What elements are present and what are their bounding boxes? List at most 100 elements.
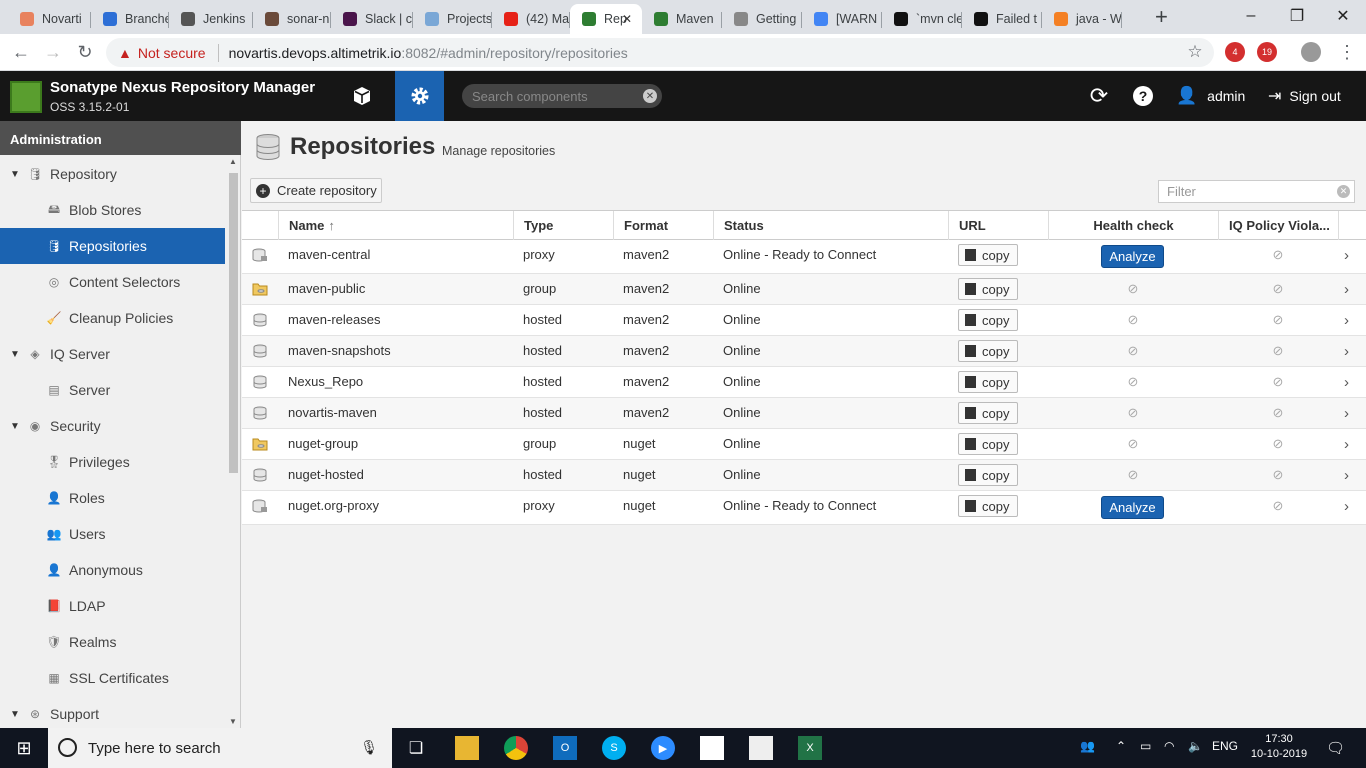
browser-tab[interactable]: Jenkins xyxy=(169,4,253,34)
column-header-type[interactable]: Type xyxy=(513,211,613,240)
browser-tab[interactable]: (42) Ma xyxy=(492,4,570,34)
browser-tab[interactable]: [WARN xyxy=(802,4,882,34)
row-chevron-icon[interactable]: › xyxy=(1344,491,1349,521)
copy-url-button[interactable]: copy xyxy=(958,495,1018,517)
skype-icon[interactable]: S xyxy=(602,736,626,760)
scrollbar-thumb[interactable] xyxy=(229,173,238,473)
notepad-icon[interactable] xyxy=(749,736,773,760)
forward-icon[interactable]: → xyxy=(40,39,66,65)
not-secure-label[interactable]: Not secure xyxy=(138,45,206,61)
task-view-icon[interactable]: ❏ xyxy=(404,736,428,760)
column-header-url[interactable]: URL xyxy=(948,211,1048,240)
expand-toggle-icon[interactable]: ▼ xyxy=(10,169,20,180)
row-chevron-icon[interactable]: › xyxy=(1344,305,1349,335)
admin-gear-icon[interactable] xyxy=(395,71,444,121)
menu-kebab-icon[interactable]: ⋮ xyxy=(1334,39,1360,65)
row-chevron-icon[interactable]: › xyxy=(1344,240,1349,270)
browser-tab[interactable]: Novarti xyxy=(8,4,91,34)
sidebar-item-users[interactable]: 👥 Users xyxy=(0,516,225,552)
user-menu[interactable]: 👤 admin xyxy=(1176,71,1256,121)
zoom-icon[interactable]: ▶ xyxy=(651,736,675,760)
copy-url-button[interactable]: copy xyxy=(958,309,1018,331)
address-bar[interactable]: ▲ Not secure novartis.devops.altimetrik.… xyxy=(106,38,1214,67)
browser-tab[interactable]: Failed t xyxy=(962,4,1042,34)
sign-out-button[interactable]: ⇥ Sign out xyxy=(1268,71,1360,121)
column-header-health-check[interactable]: Health check xyxy=(1048,211,1218,240)
browser-tab[interactable]: Projects xyxy=(413,4,492,34)
browser-tab[interactable]: Rep ✕ xyxy=(570,4,642,34)
language-indicator[interactable]: ENG xyxy=(1212,739,1238,753)
expand-toggle-icon[interactable]: ▼ xyxy=(10,349,20,360)
create-repository-button[interactable]: + Create repository xyxy=(250,178,382,203)
outlook-icon[interactable]: O xyxy=(553,736,577,760)
refresh-icon[interactable]: ⟳ xyxy=(1087,71,1111,121)
microphone-icon[interactable]: 🎙 xyxy=(360,739,378,756)
tray-chevron-icon[interactable]: ⌃ xyxy=(1116,739,1126,753)
sidebar-item-anonymous[interactable]: 👤 Anonymous xyxy=(0,552,225,588)
extension-icon[interactable]: 4 xyxy=(1225,42,1245,62)
sidebar-item-cleanup-policies[interactable]: 🧹 Cleanup Policies xyxy=(0,300,225,336)
table-row[interactable]: maven-snapshots hosted maven2 Online copy ⊘ ⊘ › xyxy=(242,336,1366,367)
column-header-iq-policy[interactable]: IQ Policy Viola... xyxy=(1218,211,1338,240)
sidebar-item-server[interactable]: ▤ Server xyxy=(0,372,225,408)
file-explorer-icon[interactable] xyxy=(455,736,479,760)
search-input[interactable]: Search components ✕ xyxy=(462,84,662,108)
column-header-status[interactable]: Status xyxy=(713,211,948,240)
chrome-icon[interactable] xyxy=(504,736,528,760)
copy-url-button[interactable]: copy xyxy=(958,402,1018,424)
notifications-icon[interactable]: 🗨 xyxy=(1326,739,1345,757)
help-icon[interactable]: ? xyxy=(1132,71,1154,121)
copy-url-button[interactable]: copy xyxy=(958,371,1018,393)
back-icon[interactable]: ← xyxy=(8,39,34,65)
minimize-button[interactable]: – xyxy=(1228,0,1274,32)
taskbar-search-input[interactable]: Type here to search 🎙 xyxy=(48,728,392,768)
sidebar-item-realms[interactable]: 🛡 Realms xyxy=(0,624,225,660)
new-tab-button[interactable]: + xyxy=(1155,4,1168,30)
sidebar-item-content-selectors[interactable]: ◎ Content Selectors xyxy=(0,264,225,300)
close-window-button[interactable]: ✕ xyxy=(1320,0,1366,32)
table-row[interactable]: maven-central proxy maven2 Online - Ready t… xyxy=(242,240,1366,274)
sidebar-item-iq-server[interactable]: ▼ ◈ IQ Server xyxy=(0,336,225,372)
table-row[interactable]: novartis-maven hosted maven2 Online copy ⊘ ⊘ › xyxy=(242,398,1366,429)
extension-icon[interactable]: 19 xyxy=(1257,42,1277,62)
copy-url-button[interactable]: copy xyxy=(958,433,1018,455)
sidebar-item-support[interactable]: ▼ ⊛ Support xyxy=(0,696,225,732)
table-row[interactable]: nuget.org-proxy proxy nuget Online - Ready … xyxy=(242,491,1366,525)
browser-tab[interactable]: Branche xyxy=(91,4,169,34)
copy-url-button[interactable]: copy xyxy=(958,464,1018,486)
sidebar-item-roles[interactable]: 👤 Roles xyxy=(0,480,225,516)
browse-cube-icon[interactable] xyxy=(344,71,380,121)
row-chevron-icon[interactable]: › xyxy=(1344,336,1349,366)
browser-tab[interactable]: Slack | c xyxy=(331,4,413,34)
system-clock[interactable]: 17:30 10-10-2019 xyxy=(1250,732,1308,762)
nexus-logo[interactable] xyxy=(10,81,42,113)
sidebar-item-ssl-certificates[interactable]: ▦ SSL Certificates xyxy=(0,660,225,696)
analyze-button[interactable]: Analyze xyxy=(1101,496,1164,519)
sidebar-scrollbar[interactable]: ▲ ▼ xyxy=(227,155,240,728)
row-chevron-icon[interactable]: › xyxy=(1344,274,1349,304)
sidebar-item-repositories[interactable]: 🛢 Repositories xyxy=(0,228,225,264)
row-chevron-icon[interactable]: › xyxy=(1344,398,1349,428)
people-icon[interactable]: 👥 xyxy=(1080,739,1095,753)
column-header-name[interactable]: Name ↑ xyxy=(278,211,513,240)
profile-avatar[interactable] xyxy=(1301,42,1321,62)
browser-tab[interactable]: sonar-n xyxy=(253,4,331,34)
browser-tab[interactable]: Maven xyxy=(642,4,722,34)
column-header-format[interactable]: Format xyxy=(613,211,713,240)
clear-filter-icon[interactable]: ✕ xyxy=(1337,185,1350,198)
bookmark-star-icon[interactable]: ☆ xyxy=(1182,39,1208,65)
table-row[interactable]: nuget-group group nuget Online copy ⊘ ⊘ › xyxy=(242,429,1366,460)
browser-tab[interactable]: java - W xyxy=(1042,4,1122,34)
row-chevron-icon[interactable]: › xyxy=(1344,367,1349,397)
copy-url-button[interactable]: copy xyxy=(958,278,1018,300)
expand-toggle-icon[interactable]: ▼ xyxy=(10,421,20,432)
sidebar-item-security[interactable]: ▼ ◉ Security xyxy=(0,408,225,444)
sidebar-item-blob-stores[interactable]: 🖴 Blob Stores xyxy=(0,192,225,228)
maximize-button[interactable]: ❐ xyxy=(1274,0,1320,32)
row-chevron-icon[interactable]: › xyxy=(1344,460,1349,490)
clear-search-icon[interactable]: ✕ xyxy=(643,89,657,103)
expand-toggle-icon[interactable]: ▼ xyxy=(10,709,20,720)
table-row[interactable]: Nexus_Repo hosted maven2 Online copy ⊘ ⊘ › xyxy=(242,367,1366,398)
copy-url-button[interactable]: copy xyxy=(958,244,1018,266)
browser-tab[interactable]: Getting xyxy=(722,4,802,34)
